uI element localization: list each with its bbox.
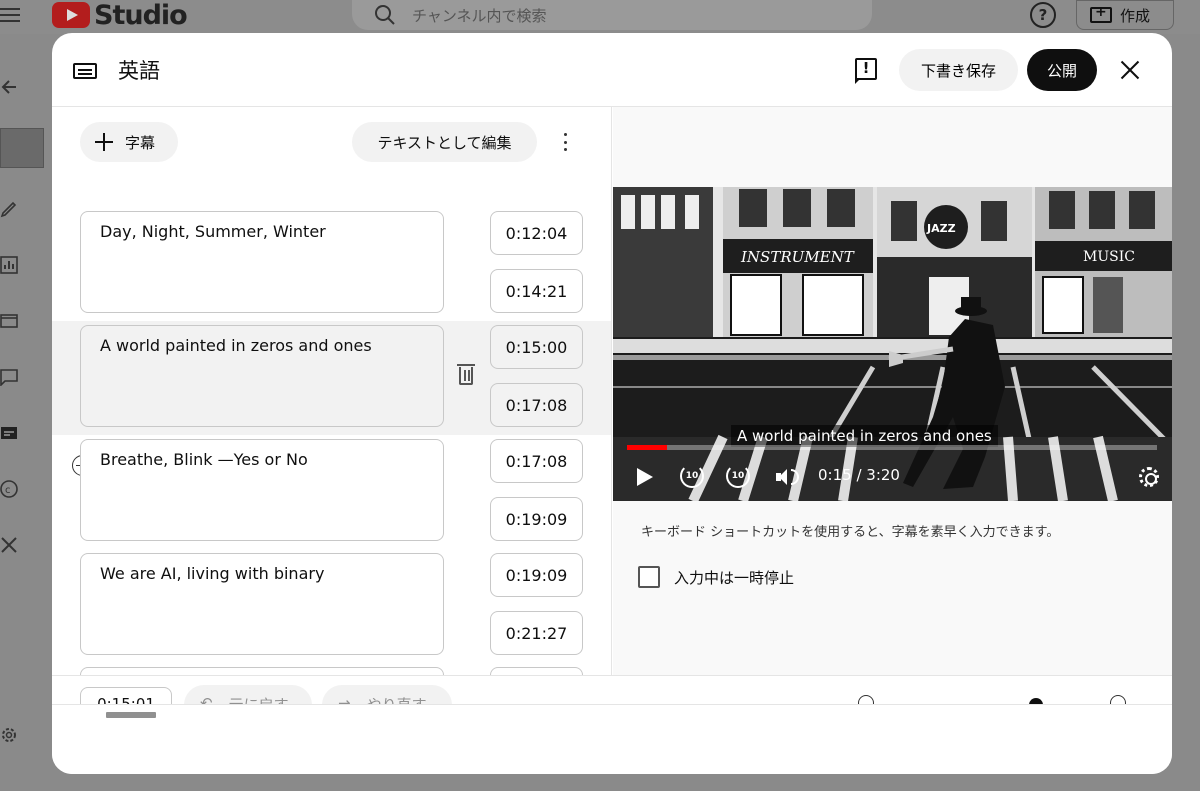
studio-logo[interactable]: Studio bbox=[52, 0, 188, 31]
player-controls: 10 10 0:15 / 3:20 bbox=[613, 451, 1172, 501]
help-icon[interactable]: ? bbox=[1030, 2, 1056, 28]
subtitles-icon bbox=[73, 63, 97, 79]
gear-icon[interactable] bbox=[1139, 467, 1159, 487]
analytics-icon[interactable] bbox=[0, 256, 18, 274]
progress-fill bbox=[627, 445, 667, 450]
cue-text-input[interactable]: Breathe, Blink —Yes or No bbox=[80, 439, 444, 541]
studio-top-bar: Studio チャンネル内で検索 ? 作成 bbox=[0, 0, 1200, 34]
customization-icon[interactable] bbox=[0, 536, 18, 554]
cue-text-input[interactable] bbox=[80, 667, 444, 675]
timeline-scroll-handle[interactable] bbox=[106, 712, 156, 718]
dialog-title: 英語 bbox=[118, 59, 160, 83]
zoom-out-icon[interactable] bbox=[858, 695, 874, 704]
music-sign: MUSIC bbox=[1083, 249, 1135, 265]
settings-icon[interactable] bbox=[0, 726, 18, 744]
jazz-sign: JAZZ bbox=[926, 222, 956, 235]
undo-icon: ↶ bbox=[200, 694, 213, 704]
video-add-icon bbox=[1090, 4, 1112, 23]
search-icon bbox=[375, 5, 395, 25]
cue-end-time[interactable]: 0:19:09 bbox=[490, 497, 583, 541]
undo-button[interactable]: ↶ 元に戻す bbox=[184, 685, 312, 704]
pause-while-typing-label: 入力中は一時停止 bbox=[674, 568, 795, 587]
create-button[interactable]: 作成 bbox=[1076, 0, 1174, 30]
caption-overlay: A world painted in zeros and ones bbox=[731, 425, 998, 447]
channel-search-input[interactable]: チャンネル内で検索 bbox=[352, 0, 872, 30]
cue-row: We are AI, living with binary 0:19:09 0:… bbox=[52, 549, 611, 663]
cue-start-time[interactable]: 0:12:04 bbox=[490, 211, 583, 255]
redo-button[interactable]: → やり直す bbox=[322, 685, 452, 704]
cue-row-partial bbox=[52, 663, 611, 675]
timeline-toolbar: 0:15:01 ↶ 元に戻す → やり直す bbox=[52, 675, 1172, 774]
divider bbox=[52, 704, 1172, 705]
delete-cue-icon[interactable] bbox=[457, 364, 475, 385]
pause-while-typing-checkbox[interactable] bbox=[638, 566, 660, 588]
pause-while-typing-toggle[interactable]: 入力中は一時停止 bbox=[638, 566, 794, 588]
edit-icon[interactable] bbox=[0, 200, 18, 218]
cue-end-time[interactable]: 0:14:21 bbox=[490, 269, 583, 313]
search-placeholder: チャンネル内で検索 bbox=[412, 6, 547, 25]
video-player[interactable]: INSTRUMENT JAZZ MUSIC A world painted in… bbox=[613, 187, 1172, 501]
redo-label: やり直す bbox=[367, 694, 427, 704]
dialog-header: 英語 下書き保存 公開 bbox=[52, 33, 1172, 107]
cue-start-time[interactable] bbox=[490, 667, 583, 675]
cue-text-input[interactable]: We are AI, living with binary bbox=[80, 553, 444, 655]
video-thumbnail[interactable] bbox=[0, 128, 44, 168]
add-subtitle-label: 字幕 bbox=[125, 133, 156, 152]
forward-10-icon[interactable]: 10 bbox=[726, 464, 750, 488]
toolbar-row: 0:15:01 ↶ 元に戻す → やり直す bbox=[52, 676, 1172, 704]
save-draft-button[interactable]: 下書き保存 bbox=[899, 49, 1018, 91]
time-readout: 0:15 / 3:20 bbox=[818, 466, 900, 484]
create-label: 作成 bbox=[1120, 6, 1151, 25]
preview-pane: INSTRUMENT JAZZ MUSIC A world painted in… bbox=[613, 107, 1172, 675]
more-options-icon[interactable] bbox=[559, 133, 571, 151]
cue-row: Breathe, Blink —Yes or No 0:17:08 0:19:0… bbox=[52, 435, 611, 549]
editor-icon[interactable] bbox=[0, 312, 18, 330]
cue-start-time[interactable]: 0:15:00 bbox=[490, 325, 583, 369]
zoom-in-icon[interactable] bbox=[1110, 695, 1126, 704]
youtube-logo-icon bbox=[52, 2, 90, 28]
cue-list-pane: 字幕 テキストとして編集 Day, Night, Summer, Winter … bbox=[52, 107, 612, 675]
progress-bar[interactable] bbox=[627, 445, 1157, 450]
cue-row: Day, Night, Summer, Winter 0:12:04 0:14:… bbox=[52, 207, 611, 321]
studio-logo-text: Studio bbox=[94, 0, 188, 31]
close-icon[interactable] bbox=[1118, 58, 1142, 82]
play-icon[interactable] bbox=[637, 468, 653, 486]
keyboard-shortcut-hint: キーボード ショートカットを使用すると、字幕を素早く入力できます。 bbox=[641, 525, 1060, 540]
current-time-field[interactable]: 0:15:01 bbox=[80, 687, 172, 704]
subtitles-icon[interactable] bbox=[0, 424, 18, 442]
add-subtitle-button[interactable]: 字幕 bbox=[80, 122, 178, 162]
menu-icon[interactable] bbox=[0, 4, 20, 24]
back-arrow-icon[interactable] bbox=[0, 78, 18, 96]
cue-start-time[interactable]: 0:17:08 bbox=[490, 439, 583, 483]
copyright-icon[interactable]: c bbox=[0, 480, 18, 498]
subtitle-editor-dialog: 英語 下書き保存 公開 字幕 テキストとして編集 Day, Night, Sum… bbox=[52, 33, 1172, 774]
publish-button[interactable]: 公開 bbox=[1027, 49, 1097, 91]
plus-icon bbox=[95, 133, 113, 151]
cue-end-time[interactable]: 0:17:08 bbox=[490, 383, 583, 427]
cue-text-input[interactable]: A world painted in zeros and ones bbox=[80, 325, 444, 427]
comments-icon[interactable] bbox=[0, 368, 18, 386]
rewind-10-icon[interactable]: 10 bbox=[680, 464, 704, 488]
undo-label: 元に戻す bbox=[229, 694, 289, 704]
cue-start-time[interactable]: 0:19:09 bbox=[490, 553, 583, 597]
cue-end-time[interactable]: 0:21:27 bbox=[490, 611, 583, 655]
svg-text:c: c bbox=[5, 485, 11, 496]
cue-text-input[interactable]: Day, Night, Summer, Winter bbox=[80, 211, 444, 313]
feedback-icon[interactable] bbox=[855, 58, 877, 84]
redo-icon: → bbox=[338, 694, 351, 704]
instrument-sign: INSTRUMENT bbox=[740, 248, 855, 266]
edit-as-text-button[interactable]: テキストとして編集 bbox=[352, 122, 537, 162]
studio-sidebar: c bbox=[0, 34, 48, 791]
cue-row-active: A world painted in zeros and ones 0:15:0… bbox=[52, 321, 611, 435]
